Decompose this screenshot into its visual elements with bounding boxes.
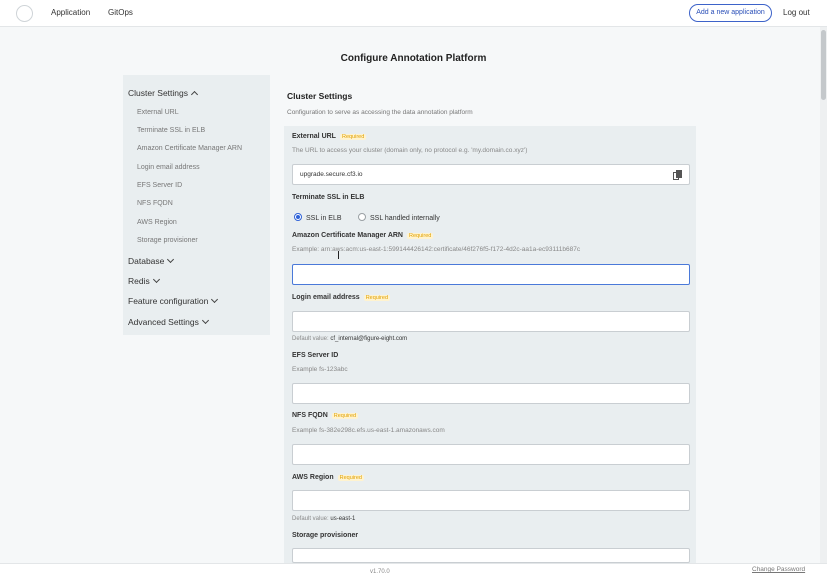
acm-arn-label: Amazon Certificate Manager ARN Required (292, 232, 434, 239)
sidebar-item-acm-arn[interactable]: Amazon Certificate Manager ARN (137, 145, 242, 152)
add-application-button[interactable]: Add a new application (689, 4, 772, 22)
sidebar-section-label: Database (128, 256, 165, 266)
external-url-label: External URL Required (292, 133, 367, 140)
nfs-input[interactable] (292, 444, 690, 465)
settings-sidebar: Cluster Settings External URL Terminate … (123, 75, 270, 335)
chevron-down-icon (152, 275, 160, 284)
chevron-down-icon (201, 316, 209, 325)
storage-input[interactable] (292, 548, 690, 563)
default-value: cf_internal@figure-eight.com (330, 336, 408, 342)
chevron-up-icon (190, 90, 199, 99)
radio-label: SSL in ELB (306, 215, 342, 222)
nfs-hint: Example fs-382e298c.efs.us-east-1.amazon… (292, 427, 445, 434)
sidebar-item-terminate-ssl[interactable]: Terminate SSL in ELB (137, 127, 205, 134)
field-label-text: Login email address (292, 294, 360, 301)
sidebar-section-database[interactable]: Database (128, 255, 175, 266)
external-url-input[interactable]: upgrade.secure.cf3.io (292, 164, 690, 185)
field-label-text: AWS Region (292, 474, 334, 481)
logo-icon[interactable] (16, 5, 33, 22)
field-label-text: NFS FQDN (292, 412, 328, 419)
sidebar-section-label: Redis (128, 276, 150, 286)
default-value: us-east-1 (330, 516, 356, 522)
login-email-input[interactable] (292, 311, 690, 332)
chevron-down-icon (211, 295, 219, 304)
sidebar-section-redis[interactable]: Redis (128, 275, 160, 286)
scrollbar-track[interactable] (820, 27, 827, 563)
efs-label: EFS Server ID (292, 352, 339, 359)
aws-region-input[interactable] (292, 490, 690, 511)
external-url-hint: The URL to access your cluster (domain o… (292, 147, 528, 154)
field-label-text: External URL (292, 133, 336, 140)
login-email-default: Default value: cf_internal@figure-eight.… (292, 336, 407, 342)
page-title: Configure Annotation Platform (340, 53, 487, 64)
top-nav-bar: Application GitOps Add a new application… (0, 0, 827, 27)
radio-ssl-in-elb[interactable]: SSL in ELB (294, 213, 342, 222)
sidebar-section-feature[interactable]: Feature configuration (128, 295, 219, 306)
sidebar-item-aws-region[interactable]: AWS Region (137, 219, 177, 226)
required-badge: Required (337, 475, 364, 481)
nav-application[interactable]: Application (51, 8, 90, 17)
storage-label: Storage provisioner (292, 532, 359, 539)
section-description: Configuration to serve as accessing the … (287, 109, 473, 116)
clipboard-icon[interactable] (673, 170, 682, 180)
sidebar-item-storage[interactable]: Storage provisioner (137, 237, 198, 244)
required-badge: Required (339, 134, 367, 140)
external-url-value: upgrade.secure.cf3.io (300, 171, 363, 178)
radio-selected-icon (294, 213, 302, 221)
field-label-text: Amazon Certificate Manager ARN (292, 232, 403, 239)
logout-link[interactable]: Log out (783, 8, 810, 17)
efs-input[interactable] (292, 383, 690, 404)
sidebar-section-cluster[interactable]: Cluster Settings (128, 88, 199, 99)
sidebar-section-advanced[interactable]: Advanced Settings (128, 316, 209, 327)
sidebar-item-login-email[interactable]: Login email address (137, 164, 200, 171)
default-prefix: Default value: (292, 516, 329, 522)
sidebar-item-efs[interactable]: EFS Server ID (137, 182, 182, 189)
radio-ssl-internal[interactable]: SSL handled internally (358, 213, 440, 222)
text-cursor-icon (338, 251, 339, 259)
sidebar-section-label: Feature configuration (128, 296, 209, 306)
chevron-down-icon (167, 255, 175, 264)
required-badge: Required (363, 295, 391, 301)
radio-unselected-icon (358, 213, 366, 221)
sidebar-section-label: Cluster Settings (128, 88, 188, 98)
nav-gitops[interactable]: GitOps (108, 8, 133, 17)
change-password-link[interactable]: Change Password (752, 566, 805, 573)
nfs-label: NFS FQDN Required (292, 412, 359, 419)
required-badge: Required (331, 413, 359, 419)
terminate-ssl-label: Terminate SSL in ELB (292, 194, 365, 201)
required-badge: Required (407, 233, 434, 239)
sidebar-item-nfs[interactable]: NFS FQDN (137, 200, 173, 207)
scrollbar-thumb[interactable] (821, 30, 826, 100)
radio-label: SSL handled internally (370, 215, 440, 222)
section-title: Cluster Settings (287, 91, 353, 101)
acm-arn-input[interactable] (292, 264, 690, 285)
aws-region-default: Default value: us-east-1 (292, 516, 355, 522)
default-prefix: Default value: (292, 336, 329, 342)
login-email-label: Login email address Required (292, 294, 391, 301)
acm-arn-hint: Example: arn:aws:acm:us-east-1:599144426… (292, 246, 581, 253)
aws-region-label: AWS Region Required (292, 474, 364, 481)
sidebar-item-external-url[interactable]: External URL (137, 109, 179, 116)
version-text: v1.70.0 (370, 569, 390, 575)
footer: v1.70.0 Change Password (0, 563, 827, 581)
efs-hint: Example fs-123abc (292, 366, 348, 373)
sidebar-section-label: Advanced Settings (128, 317, 199, 327)
